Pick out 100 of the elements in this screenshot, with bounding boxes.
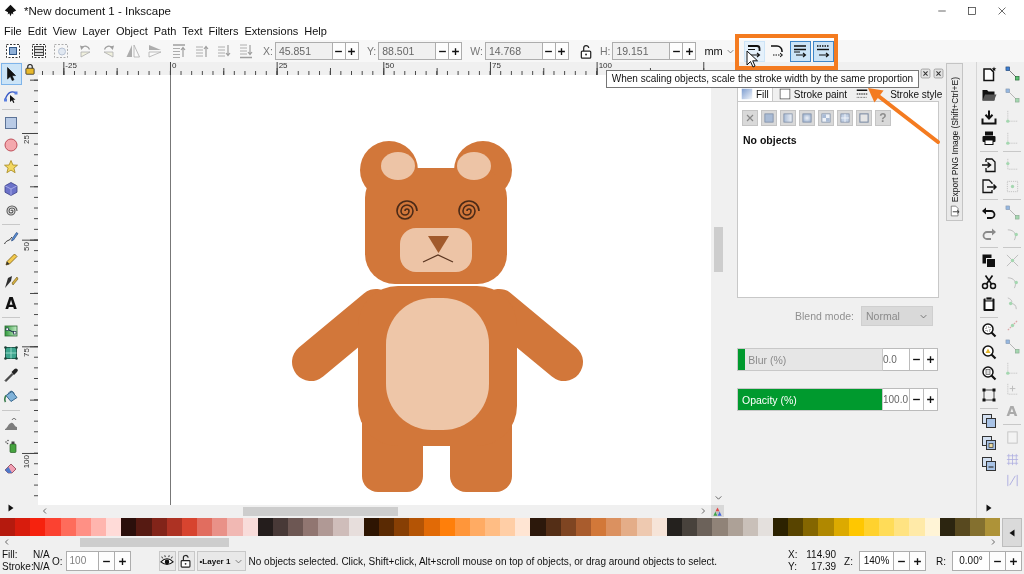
stroke-style-tab[interactable]: Stroke style (853, 86, 947, 101)
color-swatch-icon[interactable] (45, 518, 61, 536)
slider-track[interactable]: Opacity (%) (737, 388, 883, 411)
scrollbar-thumb[interactable] (80, 537, 229, 547)
overlapping-squares-icon (980, 434, 997, 451)
swatch-button[interactable] (856, 110, 872, 126)
layer-lock-button[interactable] (177, 551, 195, 571)
stroke-paint-tab[interactable]: Stroke paint (774, 86, 852, 101)
color-swatch-icon[interactable] (621, 518, 637, 536)
color-swatch-icon[interactable] (788, 518, 804, 536)
decrement-button[interactable] (436, 42, 450, 60)
number-field[interactable]: 100.0 (883, 388, 910, 411)
color-swatch-icon[interactable] (530, 518, 546, 536)
connected-nodes-icon (1004, 66, 1020, 82)
pattern-button[interactable] (818, 110, 834, 126)
transform-gradients-button[interactable] (789, 40, 811, 62)
layer-dropdown[interactable]: •Layer 1 (196, 551, 246, 571)
color-swatch-icon[interactable] (970, 518, 986, 536)
linear-gradient-button[interactable] (780, 110, 796, 126)
scroll-right-button[interactable] (989, 538, 997, 546)
menu-item[interactable]: Edit (24, 21, 50, 40)
color-swatch-icon[interactable] (106, 518, 122, 536)
menu-item[interactable]: View (49, 21, 80, 40)
color-swatch-icon[interactable] (136, 518, 152, 536)
filled-square-icon (763, 112, 775, 124)
color-swatch-icon[interactable] (591, 518, 607, 536)
increment-button[interactable] (910, 551, 926, 571)
number-field[interactable]: 0.0 (883, 348, 910, 371)
color-swatch-icon[interactable] (682, 518, 698, 536)
magnifier-icon (980, 365, 997, 382)
color-swatch-icon[interactable] (333, 518, 349, 536)
close-icon (997, 5, 1007, 16)
palette-menu-button[interactable] (1002, 518, 1022, 547)
scrollbar-thumb[interactable] (714, 227, 723, 272)
color-swatch-icon[interactable] (697, 518, 713, 536)
menu-item[interactable]: Help (301, 21, 330, 40)
color-swatch-icon[interactable] (394, 518, 410, 536)
increment-button[interactable] (924, 388, 938, 411)
mesh-paint-button[interactable] (837, 110, 853, 126)
menu-item[interactable]: Extensions (241, 21, 302, 40)
increment-button[interactable] (683, 42, 697, 60)
layer-visibility-button[interactable] (158, 551, 176, 571)
color-swatch-icon[interactable] (909, 518, 925, 536)
export-png-tab[interactable]: Export PNG Image (Shift+Ctrl+E) (946, 63, 963, 221)
color-swatch-icon[interactable] (227, 518, 243, 536)
color-swatch-icon[interactable] (606, 518, 622, 536)
stroke-lines-icon (856, 88, 869, 100)
color-swatch-icon[interactable] (0, 518, 16, 536)
color-swatch-icon[interactable] (303, 518, 319, 536)
proportion-lock-button[interactable] (578, 43, 594, 59)
scissors-icon (980, 274, 997, 291)
increment-button[interactable] (924, 348, 938, 371)
open-padlock-icon (578, 43, 594, 59)
color-swatch-icon[interactable] (515, 518, 531, 536)
color-swatch-icon[interactable] (894, 518, 910, 536)
unit-dropdown[interactable]: mm (704, 45, 735, 57)
color-swatch-icon[interactable] (15, 518, 31, 536)
scroll-left-button[interactable] (3, 538, 11, 546)
decrement-button[interactable] (670, 42, 684, 60)
color-swatch-icon[interactable] (818, 518, 834, 536)
scroll-right-button[interactable] (699, 507, 707, 515)
color-swatch-icon[interactable] (212, 518, 228, 536)
menu-item[interactable]: Filters (205, 21, 242, 40)
menu-item[interactable]: Object (112, 21, 151, 40)
color-swatch-icon[interactable] (879, 518, 895, 536)
pen-curve-icon (3, 230, 19, 246)
guide-lock-button[interactable] (22, 62, 38, 75)
dock-close-button[interactable] (933, 68, 944, 79)
menu-item[interactable]: File (1, 21, 25, 40)
more-tools-button[interactable] (7, 504, 15, 512)
transform-patterns-button[interactable] (812, 40, 834, 62)
color-swatch-icon[interactable] (500, 518, 516, 536)
color-swatch-icon[interactable] (121, 518, 137, 536)
color-swatch-icon[interactable] (197, 518, 213, 536)
more-commands-button[interactable] (984, 504, 993, 512)
color-swatch-icon[interactable] (803, 518, 819, 536)
scroll-down-button[interactable] (714, 493, 723, 502)
scrollbar-thumb[interactable] (243, 506, 398, 516)
rotation-field[interactable]: 0.00° (952, 551, 990, 571)
color-swatch-icon[interactable] (712, 518, 728, 536)
zoom-field[interactable]: 140% (859, 551, 894, 571)
menu-item[interactable]: Text (179, 21, 206, 40)
increment-button[interactable] (449, 42, 463, 60)
panel-close-button[interactable] (920, 68, 931, 79)
color-swatch-icon[interactable] (424, 518, 440, 536)
radial-gradient-button[interactable] (799, 110, 815, 126)
color-swatch-icon[interactable] (485, 518, 501, 536)
menu-item[interactable]: Layer (79, 21, 113, 40)
text-tool-button[interactable]: A (0, 293, 22, 315)
increment-button[interactable] (1006, 551, 1022, 571)
color-swatch-icon[interactable] (30, 518, 46, 536)
color-swatch-icon[interactable] (985, 518, 1001, 536)
flat-color-button[interactable] (761, 110, 777, 126)
no-paint-button[interactable] (742, 110, 758, 126)
color-swatch-icon[interactable] (318, 518, 334, 536)
menu-item[interactable]: Path (150, 21, 180, 40)
color-management-button[interactable] (711, 505, 724, 517)
color-swatch-icon[interactable] (409, 518, 425, 536)
selector-tool-button[interactable] (0, 63, 22, 85)
scroll-left-button[interactable] (41, 507, 49, 515)
